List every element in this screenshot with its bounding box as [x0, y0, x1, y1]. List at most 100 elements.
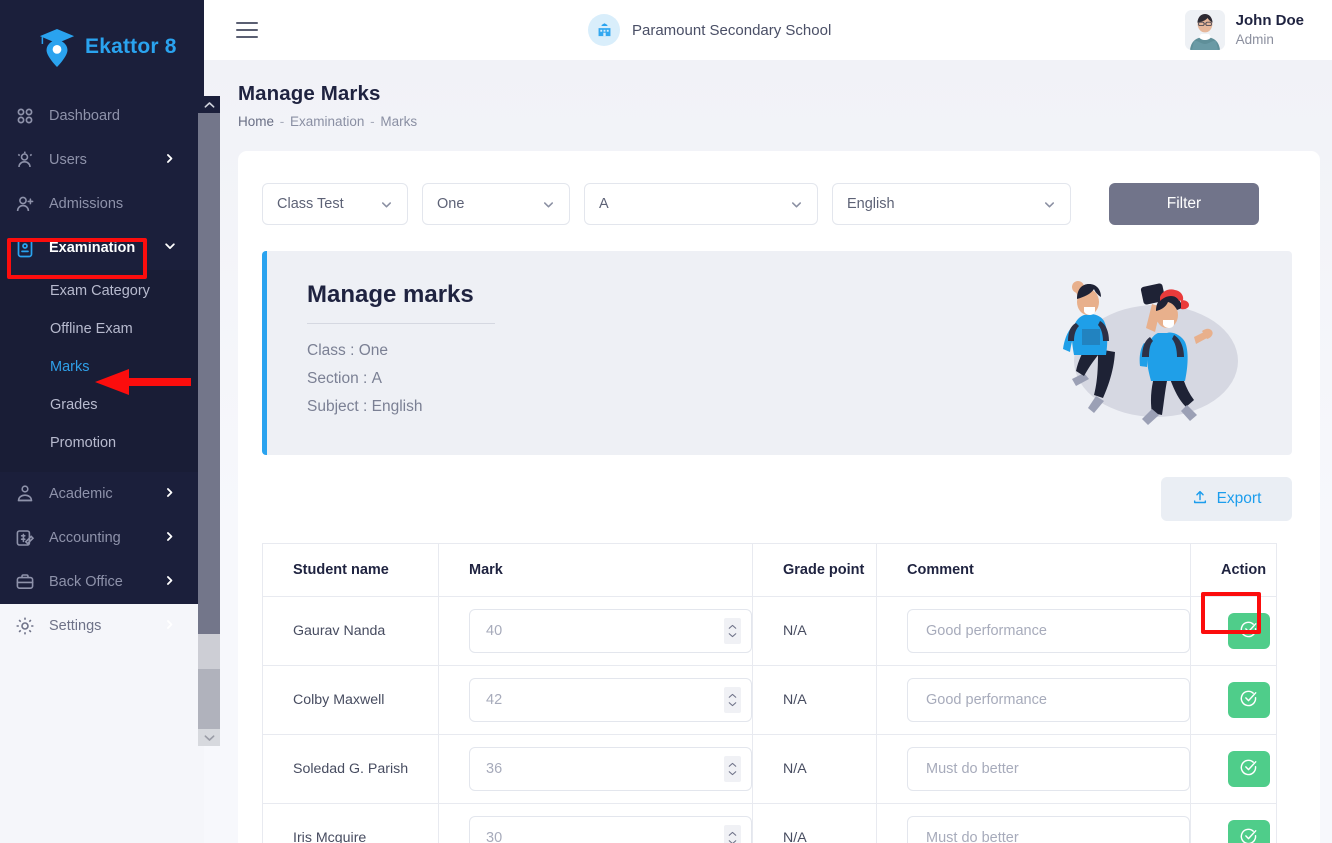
mark-stepper[interactable] — [724, 618, 741, 644]
breadcrumb-separator: - — [370, 114, 375, 129]
users-icon — [14, 149, 36, 171]
banner-section-value: A — [372, 370, 382, 387]
save-mark-button[interactable] — [1228, 682, 1270, 718]
banner-divider — [307, 323, 495, 324]
submenu-item-exam-category[interactable]: Exam Category — [0, 272, 204, 310]
grade-point-cell: N/A — [753, 804, 877, 843]
grade-point-cell: N/A — [753, 735, 877, 804]
column-header-grade-point: Grade point — [753, 544, 877, 597]
scrollbar-thumb[interactable] — [198, 113, 220, 634]
subject-select[interactable]: English — [832, 183, 1071, 225]
teacher-icon — [14, 483, 36, 505]
sidebar-item-label: Examination — [49, 240, 151, 256]
hamburger-icon[interactable] — [236, 22, 258, 39]
sidebar-item-label: Academic — [49, 486, 151, 502]
sidebar-item-users[interactable]: Users — [0, 138, 204, 182]
page-title: Manage Marks — [238, 82, 1332, 106]
breadcrumb-home[interactable]: Home — [238, 114, 274, 129]
submenu-item-marks[interactable]: Marks — [0, 348, 204, 386]
sidebar-item-label: Back Office — [49, 574, 151, 590]
comment-input[interactable]: Must do better — [907, 816, 1190, 843]
sidebar-nav: Dashboard Users — [0, 94, 204, 648]
save-mark-button[interactable] — [1228, 820, 1270, 843]
export-label: Export — [1217, 490, 1262, 508]
comment-cell: Must do better — [877, 804, 1191, 843]
table-row: Iris Mcguire 30 N/A — [263, 804, 1277, 843]
submenu-item-promotion[interactable]: Promotion — [0, 424, 204, 462]
check-circle-icon — [1239, 689, 1258, 711]
action-cell — [1191, 735, 1277, 804]
mark-stepper[interactable] — [724, 825, 741, 843]
mark-input[interactable]: 40 — [469, 609, 752, 653]
section-select-value: A — [599, 196, 609, 212]
column-header-mark: Mark — [439, 544, 753, 597]
student-name-cell: Soledad G. Parish — [263, 735, 439, 804]
mark-cell: 36 — [439, 735, 753, 804]
topbar: Paramount Secondary School John Doe — [204, 0, 1332, 60]
mark-input[interactable]: 30 — [469, 816, 752, 843]
table-header-row: Student name Mark Grade point Comment Ac… — [263, 544, 1277, 597]
breadcrumb-current: Marks — [380, 114, 417, 129]
sidebar-item-label: Accounting — [49, 530, 151, 546]
school-name: Paramount Secondary School — [632, 22, 831, 39]
sidebar-item-academic[interactable]: Academic — [0, 472, 204, 516]
mark-input-value: 42 — [470, 692, 724, 708]
sidebar-item-back-office[interactable]: Back Office — [0, 560, 204, 604]
section-select[interactable]: A — [584, 183, 818, 225]
marks-info-banner: Manage marks Class : One Section : A Sub… — [262, 251, 1292, 455]
submenu-label: Grades — [50, 397, 98, 413]
class-select[interactable]: One — [422, 183, 570, 225]
mark-input[interactable]: 42 — [469, 678, 752, 722]
chevron-right-icon — [164, 530, 178, 546]
export-row: Export — [262, 477, 1292, 521]
sidebar-item-label: Settings — [49, 618, 151, 634]
mark-stepper[interactable] — [724, 756, 741, 782]
check-circle-icon — [1239, 827, 1258, 843]
scrollbar-track-lower[interactable] — [198, 669, 220, 729]
app-root: Ekattor 8 Dashboard — [0, 0, 1332, 843]
chevron-down-icon — [790, 198, 803, 211]
comment-input[interactable]: Must do better — [907, 747, 1190, 791]
scroll-up-arrow-icon[interactable] — [198, 96, 220, 113]
chevron-right-icon — [164, 618, 178, 634]
check-circle-icon — [1239, 620, 1258, 642]
save-mark-button[interactable] — [1228, 613, 1270, 649]
two-jumping-students-illustration — [1024, 257, 1274, 449]
chevron-down-icon — [380, 198, 393, 211]
examination-submenu: Exam Category Offline Exam Marks Grades … — [0, 270, 204, 472]
main-content: Manage Marks Home - Examination - Marks … — [204, 60, 1332, 843]
brand-logo[interactable]: Ekattor 8 — [0, 0, 204, 94]
save-mark-button[interactable] — [1228, 751, 1270, 787]
banner-subject-value: English — [372, 398, 423, 415]
sidebar-item-dashboard[interactable]: Dashboard — [0, 94, 204, 138]
content-card: Class Test One A — [238, 151, 1320, 843]
student-name-cell: Colby Maxwell — [263, 666, 439, 735]
mark-input[interactable]: 36 — [469, 747, 752, 791]
profile-menu[interactable]: John Doe Admin — [1185, 10, 1304, 50]
comment-input-placeholder: Good performance — [926, 623, 1047, 639]
grid-dots-icon — [14, 105, 36, 127]
mark-input-value: 36 — [470, 761, 724, 777]
comment-input[interactable]: Good performance — [907, 678, 1190, 722]
export-button[interactable]: Export — [1161, 477, 1292, 521]
column-header-action: Action — [1191, 544, 1277, 597]
submenu-label: Marks — [50, 359, 89, 375]
school-indicator: Paramount Secondary School — [588, 14, 831, 46]
sidebar-item-examination[interactable]: Examination — [0, 226, 204, 270]
comment-input[interactable]: Good performance — [907, 609, 1190, 653]
submenu-item-offline-exam[interactable]: Offline Exam — [0, 310, 204, 348]
exam-select[interactable]: Class Test — [262, 183, 408, 225]
breadcrumb-examination[interactable]: Examination — [290, 114, 364, 129]
scroll-down-arrow-icon[interactable] — [198, 729, 220, 746]
sidebar-scrollbar[interactable] — [198, 96, 220, 746]
chevron-right-icon — [164, 486, 178, 502]
mark-stepper[interactable] — [724, 687, 741, 713]
submenu-item-grades[interactable]: Grades — [0, 386, 204, 424]
banner-class-value: One — [359, 342, 388, 359]
sidebar-item-accounting[interactable]: Accounting — [0, 516, 204, 560]
scrollbar-track-upper[interactable] — [198, 634, 220, 669]
filter-button[interactable]: Filter — [1109, 183, 1259, 225]
sidebar-item-admissions[interactable]: Admissions — [0, 182, 204, 226]
table-row: Colby Maxwell 42 N/A — [263, 666, 1277, 735]
sidebar-item-settings[interactable]: Settings — [0, 604, 204, 648]
